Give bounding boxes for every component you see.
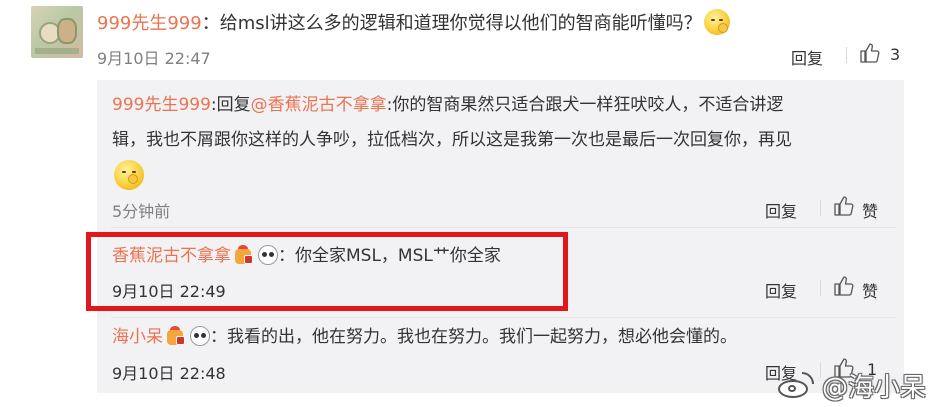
- shush-face-emoji-icon: [114, 160, 144, 190]
- shush-face-emoji-icon: [703, 9, 730, 35]
- reply-button[interactable]: 回复: [765, 198, 797, 222]
- reply-timestamp: 9月10日 22:48: [112, 364, 226, 383]
- reply-username[interactable]: 999先生999: [112, 95, 211, 115]
- reply-content-line-2: 辑，我也不屑跟你这样的人争吵，拉低档次，所以这是我第一次也是最后一次回复你，再见: [112, 130, 792, 150]
- action-divider: [820, 280, 821, 296]
- thumbs-up-icon[interactable]: [833, 195, 855, 217]
- weibo-watermark: @海小呆: [776, 369, 927, 403]
- reply-content-line-1: 999先生999:回复@香蕉泥古不拿拿:你的智商果然只适合跟犬一样狂吠咬人，不适…: [112, 90, 783, 120]
- comment-content: 999先生999：给msl讲这么多的逻辑和道理你觉得以他们的智商能听懂吗？: [97, 9, 730, 37]
- thumbs-up-icon[interactable]: [833, 275, 855, 297]
- vip-crown-badge-icon: [166, 326, 186, 346]
- reply-content: 海小呆 ：我看的出，他在努力。我也在努力。我们一起努力，想必他会懂的。: [112, 322, 737, 352]
- like-count: 3: [890, 45, 901, 64]
- reply-button[interactable]: 回复: [791, 45, 823, 69]
- reply-mention-link[interactable]: @香蕉泥古不拿拿: [251, 95, 387, 115]
- reply-emoji-row: [112, 160, 144, 190]
- comment-text: ：给msl讲这么多的逻辑和道理你觉得以他们的智商能听懂吗？: [201, 13, 702, 34]
- panda-badge-icon: [190, 326, 210, 346]
- comment-username[interactable]: 999先生999: [97, 13, 202, 34]
- reply-divider: [111, 317, 896, 318]
- weibo-logo-icon: [776, 372, 816, 398]
- watermark-text: @海小呆: [822, 372, 927, 403]
- reply-timestamp: 5分钟前: [112, 202, 171, 221]
- reply-divider: [111, 227, 896, 228]
- action-divider: [820, 200, 821, 216]
- reply-text: ：我看的出，他在努力。我也在努力。我们一起努力，想必他会懂的。: [210, 327, 737, 347]
- reply-text-line1: :你的智商果然只适合跟犬一样狂吠咬人，不适合讲逻: [386, 95, 784, 115]
- like-button[interactable]: 赞: [862, 198, 878, 222]
- reply-button[interactable]: 回复: [765, 278, 797, 302]
- comment-timestamp: 9月10日 22:47: [97, 49, 211, 68]
- reply-username[interactable]: 海小呆: [112, 327, 163, 347]
- thumbs-up-icon[interactable]: [859, 42, 881, 64]
- action-divider: [846, 47, 847, 63]
- highlight-box: [86, 232, 568, 311]
- user-avatar[interactable]: [31, 6, 83, 58]
- top-comment: 999先生999：给msl讲这么多的逻辑和道理你觉得以他们的智商能听懂吗？ 9月…: [0, 0, 932, 80]
- like-button[interactable]: 赞: [862, 278, 878, 302]
- reply-prefix: :回复: [210, 95, 251, 115]
